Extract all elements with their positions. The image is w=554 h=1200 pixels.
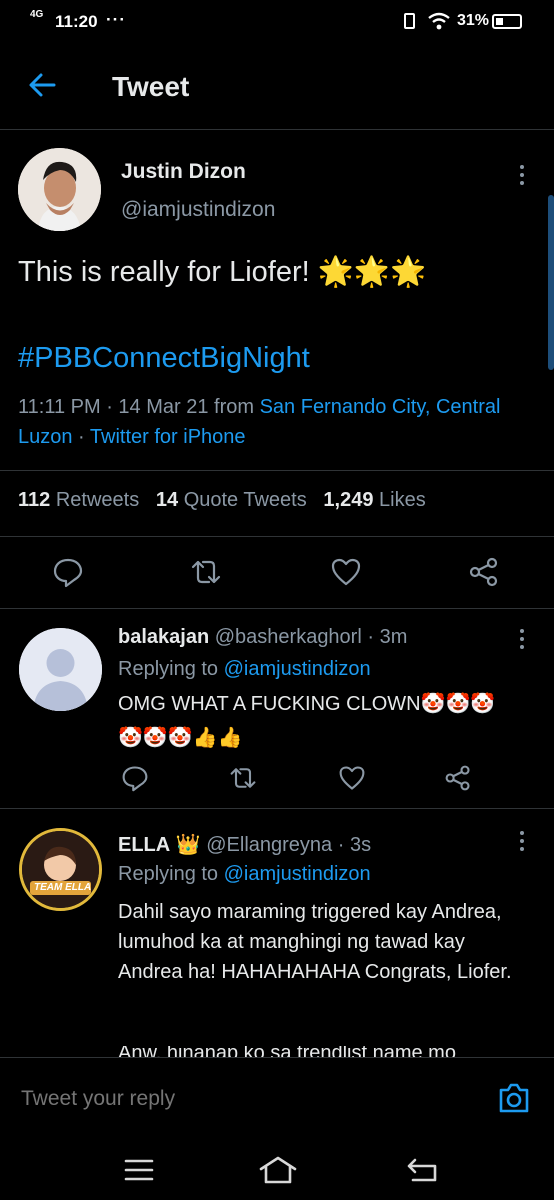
reply-author-handle[interactable]: @Ellangreyna [206, 834, 332, 856]
reply-bar [0, 1057, 554, 1140]
reply-text-cut: Anw, hinanap ko sa trendlist name mo [118, 1046, 518, 1057]
author-name[interactable]: Justin Dizon [121, 160, 246, 184]
divider [0, 808, 554, 809]
kebab-icon[interactable] [520, 831, 526, 855]
more-notifications-icon: ··· [106, 10, 126, 29]
share-icon[interactable] [468, 556, 500, 588]
quote-label[interactable]: Quote Tweets [184, 489, 307, 511]
reply-header: ELLA 👑 @Ellangreyna · 3s [118, 832, 371, 857]
tweet-timestamp: 11:11 PM · 14 Mar 21 from [18, 396, 260, 418]
retweet-label[interactable]: Retweets [56, 489, 139, 511]
retweet-icon[interactable] [229, 764, 257, 792]
source-link[interactable]: Twitter for iPhone [90, 426, 246, 448]
camera-icon[interactable] [496, 1080, 532, 1116]
menu-icon[interactable] [124, 1157, 154, 1183]
status-bar: 4G 11:20 ··· 31% [0, 0, 554, 44]
reply-time: · 3s [337, 834, 372, 856]
avatar-label: TEAM ELLA [34, 882, 92, 893]
reply-header: balakajan @basherkaghorl · 3m [118, 626, 407, 649]
page-title: Tweet [112, 71, 190, 102]
network-indicator: 4G [30, 9, 44, 20]
back-icon[interactable] [405, 1156, 439, 1184]
reply-icon[interactable] [121, 764, 149, 792]
replying-label: Replying to [118, 863, 219, 885]
reply-time: · 3m [367, 626, 408, 648]
reply-icon[interactable] [52, 556, 84, 588]
system-nav-bar [0, 1140, 554, 1200]
crown-emoji: 👑 [175, 834, 201, 856]
tweet-meta: 11:11 PM · 14 Mar 21 from San Fernando C… [18, 392, 538, 452]
tweet-text: This is really for Liofer! 🌟🌟🌟 [18, 256, 427, 288]
battery-percent: 31% [457, 12, 490, 29]
reply-text-line: Anw, hinanap ko sa trendlist name mo [118, 1046, 456, 1057]
back-arrow-icon[interactable] [26, 68, 60, 102]
avatar[interactable] [19, 628, 102, 711]
vibrate-icon [404, 13, 415, 29]
kebab-icon[interactable] [520, 165, 526, 189]
reply-author-name[interactable]: balakajan [118, 626, 209, 648]
avatar[interactable] [18, 148, 101, 231]
reply-author-name[interactable]: ELLA [118, 834, 170, 856]
retweet-icon[interactable] [190, 556, 222, 588]
reply-text: Dahil sayo maraming triggered kay Andrea… [118, 901, 512, 983]
replying-label: Replying to [118, 658, 219, 680]
meta-separator: · [72, 426, 90, 448]
replying-to-link[interactable]: @iamjustindizon [224, 658, 371, 680]
reply-text: OMG WHAT A FUCKING CLOWN🤡🤡🤡 🤡🤡🤡👍👍 [118, 689, 538, 753]
replying-to: Replying to @iamjustindizon [118, 658, 371, 681]
scrollbar[interactable] [548, 195, 554, 370]
status-time: 11:20 [55, 12, 98, 31]
replying-to: Replying to @iamjustindizon [118, 863, 371, 886]
like-icon[interactable] [330, 556, 362, 588]
tweet-stats: 112 Retweets 14 Quote Tweets 1,249 Likes [18, 489, 426, 512]
reply-input[interactable] [19, 1086, 423, 1112]
reply-author-handle[interactable]: @basherkaghorl [215, 626, 362, 648]
kebab-icon[interactable] [520, 629, 526, 653]
quote-count[interactable]: 14 [156, 489, 178, 511]
wifi-icon [428, 12, 450, 30]
home-icon[interactable] [258, 1155, 298, 1185]
avatar[interactable]: TEAM ELLA [19, 828, 102, 911]
divider [0, 608, 554, 609]
replying-to-link[interactable]: @iamjustindizon [224, 863, 371, 885]
hashtag-link[interactable]: #PBBConnectBigNight [18, 342, 310, 375]
divider [0, 470, 554, 471]
like-label[interactable]: Likes [379, 489, 426, 511]
reply-text-line: OMG WHAT A FUCKING CLOWN🤡🤡🤡 [118, 693, 496, 715]
like-icon[interactable] [338, 764, 366, 792]
share-icon[interactable] [444, 764, 472, 792]
retweet-count[interactable]: 112 [18, 489, 50, 511]
header: Tweet [0, 44, 554, 130]
reply-text-line: 🤡🤡🤡👍👍 [118, 727, 243, 749]
battery-icon [492, 14, 522, 29]
divider [0, 536, 554, 537]
author-handle[interactable]: @iamjustindizon [121, 198, 275, 222]
like-count[interactable]: 1,249 [323, 489, 373, 511]
